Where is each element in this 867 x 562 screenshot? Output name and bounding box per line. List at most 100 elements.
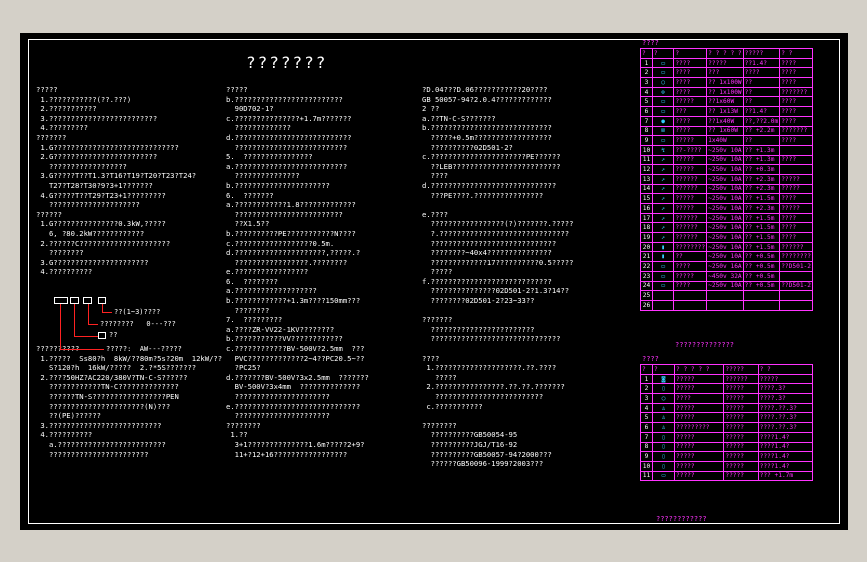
table-cell: ??1x40W (706, 115, 744, 127)
symbol-icon: ↗ (651, 222, 675, 234)
symbol-icon: ▭ (651, 270, 675, 282)
table-row: 11 ↗????? ~250v 10A?? +1.3m???? (640, 154, 813, 166)
table-cell: ????? (673, 193, 708, 204)
note-line: GB 50057-94?2.0.4????????????? (422, 94, 552, 104)
table-row: 5 ▭????? ??1x60W?????? (640, 96, 813, 108)
table-cell: ?? 1x60W (706, 125, 744, 137)
table-row: 10 ↯ ??-???? ~250v 10A?? +1.3m (640, 144, 813, 156)
note-line: a.?????????????????????????? (226, 161, 348, 171)
table-header-row: ??? ? ? ? ??????? ? (640, 364, 814, 375)
row-number: 16 (640, 203, 653, 214)
note-line: ??????? (36, 132, 67, 142)
table-row: 24 ▭???? ~250v 10A?? +0.5m ??D501-2 (640, 280, 813, 292)
table-cell: ?? +0.5m (742, 261, 781, 272)
table-cell: ~250v 10A (706, 212, 744, 224)
table-cell: ????.3? (757, 383, 814, 395)
row-number: 1 (640, 373, 653, 385)
symbol-icon: ▭ (651, 135, 675, 146)
table-cell: ???? (742, 67, 781, 79)
table-row: 7 ▯?????????? ????1.4? (640, 431, 814, 443)
note-line: ???????????????????????? (422, 324, 535, 334)
table-cell: ????? (723, 412, 759, 424)
symbol-icon: ⊠ (651, 125, 675, 137)
table-cell: ~250v 10A (706, 154, 744, 166)
note-line: S?120?h 16kW/????? 2.?*5S??????? (36, 363, 197, 373)
table-cell: ????? (779, 203, 813, 214)
note-line: 2.????????????????.??.??.??????? (422, 382, 565, 392)
row-number: 1 (640, 57, 653, 69)
table-row: 6 ▭????? 1x13W ??1.4????? (640, 106, 813, 117)
table-row: 8 ⊠?????? 1x60W?? +2.2m??????? (640, 125, 813, 137)
table-header-cell: ? (673, 48, 708, 59)
table-cell: ????? (779, 183, 813, 195)
note-line: ??????TN-S?????????????????PEN (36, 392, 179, 401)
note-line: 6, ?80.2kW???????????? (36, 228, 145, 238)
note-line: d.?????????????????????,?????.? (226, 248, 361, 258)
note-line: 2.??????C????????????????????? (36, 238, 171, 248)
table-cell: ????? (673, 96, 708, 108)
note-line: ?????????????????.???????? (226, 257, 348, 267)
table-row: 22 ▭???? ~250v 16A?? +0.5m ??D501-2 (640, 261, 813, 272)
table-cell: ?? (673, 251, 708, 263)
row-number: 3 (640, 77, 653, 88)
legend-text-4: ?????: AW---????? (106, 345, 182, 353)
table-cell: ??D501-2 (779, 280, 813, 292)
table-cell: ????? (673, 270, 708, 282)
table-row: 20 ▮???????? ~250v 10A?? +1.5m?????? (640, 241, 813, 253)
note-line: e.???? (422, 209, 448, 219)
table-cell: ????? (723, 460, 759, 472)
table-header-cell: ? (651, 48, 675, 59)
note-line: ????? (422, 267, 453, 277)
legend-box-2 (70, 297, 79, 304)
row-number: 6 (640, 422, 653, 433)
table-row: 12 ↗????? ~250v 10A?? +0.3m (640, 164, 813, 175)
row-number: 4 (640, 402, 653, 414)
table-cell (742, 299, 781, 311)
table-cell: ??1.4? (742, 57, 781, 69)
drawing-canvas[interactable]: ??????? ????? 1.???????????(??.???) 2.??… (20, 33, 848, 530)
table-cell: ????? (673, 441, 725, 453)
note-line: d.????????????????????????????? (422, 180, 557, 190)
table-cell: ~250v 10A (706, 164, 744, 175)
table-cell: ~250v 10A (706, 144, 744, 156)
note-line: PVC?????????????2~4??PC20.5~?? (226, 353, 365, 363)
note-line: ??????????02D501-2? (422, 142, 513, 152)
table-cell (779, 270, 813, 282)
note-line: ???? (422, 171, 448, 181)
symbol-icon: ▭ (651, 261, 675, 272)
note-line: 3.????????????????????????? (36, 113, 158, 123)
table-header-cell: ????? (723, 364, 759, 375)
table-cell: ?? +0.3m (742, 164, 781, 175)
note-line: 7. ????????? (226, 315, 283, 325)
legend-box-4 (98, 297, 106, 304)
note-line: c.??????????? (422, 401, 483, 411)
table-row: 2 ▯?????????? ????.3? (640, 383, 814, 395)
note-line: 1.????? Ss80?h 8kW/??80m?5s?20m 12kW/?? (36, 353, 223, 363)
table-cell: ????.??.3? (757, 412, 814, 424)
row-number: 5 (640, 96, 653, 108)
note-line: 1.G???????????????0.3kW,????? (36, 219, 166, 229)
note-line: 4.????????? (36, 123, 88, 133)
row-number: 11 (640, 470, 653, 482)
symbol-icon: ▭ (651, 106, 675, 117)
table-cell: ?? +1.5m (742, 222, 781, 234)
table-cell: ~250v 10A (706, 232, 744, 243)
note-line: ??????????JGJ/T16-92 (422, 439, 518, 449)
table-cell: ~250v 10A (706, 193, 744, 204)
note-line: 2.??????????? (36, 104, 97, 114)
table-cell: ?? 1x13W (706, 106, 744, 117)
table-cell: ??? (706, 67, 744, 79)
symbol-icon: ▯ (652, 460, 675, 472)
table-cell: ??????? (779, 86, 813, 98)
note-line: 5. ???????????????? (226, 152, 313, 162)
note-line: b.???????????VV???????????? (226, 334, 343, 344)
symbol-icon: ↯ (651, 144, 675, 156)
table-cell: ?? +0.5m (742, 251, 781, 263)
table-cell: ????? (723, 393, 759, 404)
note-line: 3.?????????????????????????? (36, 420, 162, 430)
symbol-icon: ○ (652, 393, 675, 404)
notes-column-2: ????? b.????????????????????????? 90D702-… (226, 85, 369, 459)
note-line: ?????????????????????????? (226, 142, 348, 152)
table-cell: ???????? (779, 251, 813, 263)
table-header-cell: ? ? ? ? ? (673, 364, 725, 375)
